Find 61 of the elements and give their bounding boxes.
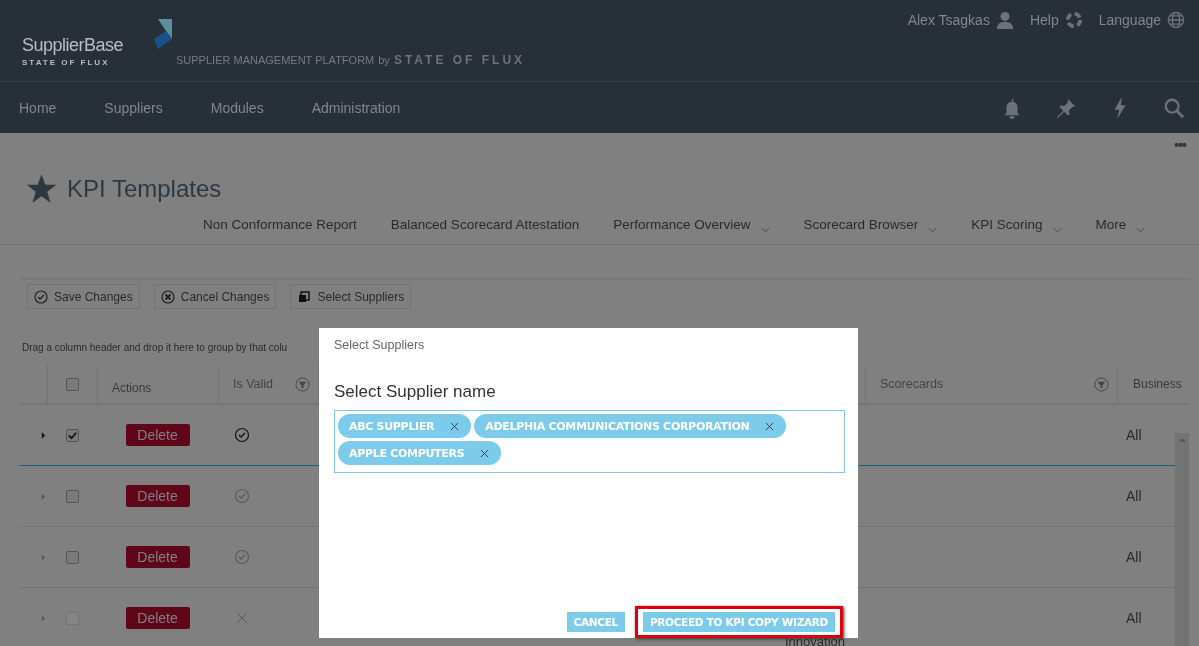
dialog-title: Select Suppliers bbox=[334, 338, 426, 354]
row-checkbox[interactable] bbox=[65, 428, 79, 442]
page-title: KPI Templates bbox=[67, 174, 222, 203]
delete-button[interactable]: Delete bbox=[125, 546, 190, 568]
nav-item[interactable]: Home bbox=[19, 99, 57, 116]
table-cell: All bbox=[1126, 610, 1142, 626]
chevron-icon bbox=[1136, 227, 1146, 233]
field-label: Select Supplier name bbox=[334, 382, 497, 402]
header-link[interactable]: Language bbox=[1098, 11, 1185, 29]
nav-item[interactable]: Modules bbox=[210, 99, 264, 116]
search-icon[interactable] bbox=[1163, 96, 1185, 119]
delete-button[interactable]: Delete bbox=[125, 424, 190, 446]
select-all-checkbox[interactable] bbox=[66, 377, 79, 391]
check-circle-icon bbox=[34, 289, 48, 304]
row-checkbox[interactable] bbox=[65, 489, 79, 503]
remove-icon[interactable] bbox=[450, 421, 460, 431]
more-menu[interactable]: ••• bbox=[1174, 137, 1186, 155]
filter-icon[interactable] bbox=[295, 376, 310, 392]
tagline: SUPPLIER MANAGEMENT PLATFORM bbox=[176, 54, 375, 66]
column-header[interactable]: Scorecards bbox=[865, 365, 1117, 405]
help-icon bbox=[1064, 11, 1083, 29]
table-cell: All bbox=[1126, 549, 1142, 565]
table-cell: All bbox=[1126, 488, 1142, 504]
toolbar-button[interactable]: Cancel Changes bbox=[153, 284, 277, 309]
page-tab[interactable]: KPI Scoring bbox=[971, 217, 1062, 244]
user-icon bbox=[995, 11, 1014, 29]
brand-text: STATE OF FLUX bbox=[393, 53, 526, 67]
globe-icon bbox=[1167, 11, 1185, 29]
cancel-circle-icon bbox=[160, 289, 175, 304]
page-tab[interactable]: More bbox=[1095, 217, 1146, 244]
page-tab[interactable]: Non Conformance Report bbox=[203, 217, 357, 244]
tagline-by: by bbox=[378, 54, 390, 66]
nav-item[interactable]: Administration bbox=[311, 99, 401, 116]
delete-button[interactable]: Delete bbox=[125, 485, 190, 507]
filter-icon[interactable] bbox=[1094, 376, 1109, 392]
page-tab[interactable]: Performance Overview bbox=[613, 217, 770, 244]
table-cell: All bbox=[1126, 427, 1142, 443]
page-tab[interactable]: Scorecard Browser bbox=[803, 217, 938, 244]
toolbar-button[interactable]: Select Suppliers bbox=[290, 284, 412, 309]
scroll-up-icon[interactable] bbox=[1177, 437, 1187, 443]
header-link[interactable]: Alex Tsagkas bbox=[907, 11, 1014, 29]
remove-icon[interactable] bbox=[765, 421, 775, 431]
table-cell: Innovation bbox=[785, 635, 845, 646]
chevron-icon bbox=[928, 227, 938, 233]
nav-item[interactable]: Suppliers bbox=[104, 99, 163, 116]
scrollbar[interactable] bbox=[1175, 433, 1189, 646]
copy-icon bbox=[297, 289, 312, 304]
chevron-icon bbox=[760, 227, 770, 233]
star-icon bbox=[26, 173, 57, 204]
row-checkbox[interactable] bbox=[65, 550, 79, 564]
group-hint: Drag a column header and drop it here to group by that colu bbox=[22, 342, 288, 353]
expand-arrow-icon[interactable] bbox=[41, 431, 46, 439]
column-header[interactable]: Business bbox=[1117, 365, 1189, 405]
column-header[interactable]: Actions bbox=[97, 365, 218, 405]
logo[interactable]: SupplierBase STATE OF FLUX bbox=[22, 19, 176, 67]
page-tab[interactable]: Balanced Scorecard Attestation bbox=[390, 217, 580, 244]
pin-icon[interactable] bbox=[1055, 96, 1077, 119]
toolbar-button[interactable]: Save Changes bbox=[27, 284, 140, 309]
remove-icon[interactable] bbox=[480, 448, 490, 458]
chevron-icon bbox=[1052, 227, 1062, 233]
header-link[interactable]: Help bbox=[1029, 11, 1083, 29]
